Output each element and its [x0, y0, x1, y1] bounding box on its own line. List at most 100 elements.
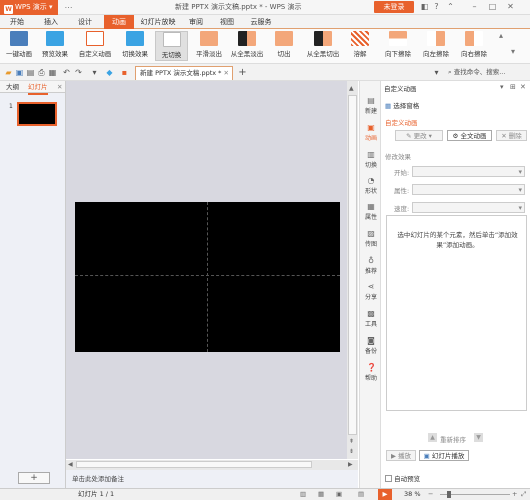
tab-animation[interactable]: 动画 [104, 15, 134, 29]
tab-home[interactable]: 开始 [4, 15, 30, 29]
tab-outline[interactable]: 大纲 [6, 81, 19, 93]
tab-cloud[interactable]: 云服务 [246, 15, 276, 29]
tab-slides[interactable]: 幻灯片 [28, 81, 48, 95]
move-down-icon[interactable]: ▼ [474, 433, 483, 442]
tab-list-icon[interactable]: ▾ [432, 68, 441, 77]
normal-view-icon[interactable]: ▥ [300, 489, 306, 500]
transition-cut[interactable]: 切出 [270, 31, 298, 61]
transition-dissolve[interactable]: 溶解 [346, 31, 374, 61]
sidebar-backup[interactable]: ◙ 备份 [360, 337, 382, 356]
slide-canvas [66, 81, 358, 459]
search-command[interactable]: ⌕ 查找命令、搜索... [448, 66, 528, 78]
sorter-view-icon[interactable]: ▦ [318, 489, 324, 500]
minimize-icon[interactable]: – [470, 2, 479, 12]
close-tab-icon[interactable]: ✕ [224, 69, 229, 77]
tab-view[interactable]: 视图 [214, 15, 240, 29]
change-button[interactable]: ✎ 更改 ▾ [395, 130, 443, 141]
tab-design[interactable]: 设计 [72, 15, 98, 29]
transition-wipe-down[interactable]: 向下擦除 [380, 31, 416, 61]
transition-smooth-fade[interactable]: 平滑淡出 [192, 31, 226, 61]
sidebar-property[interactable]: ▦ 属性 [360, 203, 382, 222]
save-icon[interactable]: ▣ [15, 68, 24, 77]
quick-access-more-icon[interactable]: ⋯ [64, 3, 73, 12]
delete-button[interactable]: ✕ 删除 [496, 130, 527, 141]
start-select[interactable] [412, 166, 525, 177]
transition-cut-through-black[interactable]: 从全黑切出 [303, 31, 343, 61]
fit-window-icon[interactable]: ⤢ [521, 489, 526, 500]
panel-pin-icon[interactable]: ⊞ [510, 83, 516, 91]
sidebar-new[interactable]: ▤ 新建 [360, 97, 382, 116]
print-preview-icon[interactable]: ▦ [48, 68, 57, 77]
panel-menu-icon[interactable]: ▾ [500, 83, 504, 91]
ribbon-scroll-up-icon[interactable]: ▴ [496, 31, 506, 61]
scroll-thumb[interactable] [348, 95, 357, 435]
animation-list[interactable]: 选中幻灯片的某个元素，然后单击“添加效果”添加动画。 [386, 215, 527, 411]
zoom-slider-thumb[interactable] [447, 491, 451, 498]
sidebar-tools[interactable]: ▩ 工具 [360, 310, 382, 329]
prev-slide-icon[interactable]: ⇞ [349, 438, 354, 445]
zoom-out-icon[interactable]: − [428, 489, 433, 500]
open-icon[interactable]: ▰ [4, 68, 13, 77]
maximize-icon[interactable]: □ [488, 2, 497, 12]
wps-menu-button[interactable]: W WPS 演示 ▾ [0, 0, 58, 15]
preview-effect-button[interactable]: 预览效果 [38, 31, 72, 61]
fit-icon[interactable]: ▤ [358, 489, 364, 500]
move-up-icon[interactable]: ▲ [428, 433, 437, 442]
scroll-up-icon[interactable]: ▲ [349, 85, 354, 92]
one-click-animation-button[interactable]: 一键动画 [2, 31, 36, 61]
customize-toolbar-icon[interactable]: ▾ [90, 68, 99, 77]
vertical-scrollbar[interactable]: ▲ ⇞ ⇟ [347, 81, 358, 459]
notes-area[interactable]: 单击此处添加备注 [66, 470, 358, 488]
help-icon[interactable]: ? [432, 2, 441, 12]
sidebar-shape[interactable]: ◔ 形状 [360, 177, 382, 196]
selection-pane-link[interactable]: ▦ 选择窗格 [385, 100, 419, 110]
slide-thumbnail[interactable] [17, 102, 57, 126]
transition-fade-through-black[interactable]: 从全黑淡出 [228, 31, 266, 61]
login-button[interactable]: 未登录 [374, 1, 414, 13]
sidebar-recommend[interactable]: ♁ 推荐 [360, 257, 382, 276]
horizontal-scrollbar[interactable]: ◀ ▶ [66, 460, 358, 470]
scroll-right-icon[interactable]: ▶ [348, 461, 353, 468]
zoom-level: 38 % [404, 490, 421, 498]
reading-view-icon[interactable]: ▣ [336, 489, 342, 500]
sidebar-upload-image[interactable]: ▨ 传图 [360, 230, 382, 249]
transition-none[interactable]: 无切换 [155, 31, 188, 61]
wps-cloud-icon[interactable]: ◆ [105, 68, 114, 77]
new-tab-icon[interactable]: + [238, 68, 247, 78]
tab-slideshow[interactable]: 幻灯片放映 [136, 15, 180, 29]
transition-wipe-right[interactable]: 向右擦除 [456, 31, 492, 61]
document-tab[interactable]: 新建 PPTX 演示文稿.pptx * ✕ [135, 66, 233, 80]
ribbon-toggle-icon[interactable]: ⌃ [446, 2, 455, 12]
panel-close-icon[interactable]: ✕ [520, 83, 526, 91]
full-text-animation-button[interactable]: ⚙ 全文动画 [447, 130, 492, 141]
transition-wipe-left[interactable]: 向左擦除 [418, 31, 454, 61]
speed-select[interactable] [412, 202, 525, 213]
custom-animation-button[interactable]: 自定义动画 [76, 31, 114, 61]
hscroll-thumb[interactable] [76, 461, 312, 468]
slide[interactable] [75, 202, 340, 352]
sidebar-transition[interactable]: ▥ 切换 [360, 151, 382, 170]
sidebar-animation[interactable]: ▣ 动画 [360, 124, 382, 143]
quick-toolbar: ▰ ▣ ▤ ⎙ ▦ ↶ ↷ ▾ ◆ ▪ 新建 PPTX 演示文稿.pptx * … [0, 64, 530, 81]
slideshow-play-icon[interactable]: ▶ [378, 489, 392, 500]
next-slide-icon[interactable]: ⇟ [349, 448, 354, 455]
sidebar-help[interactable]: ❓ 帮助 [360, 364, 382, 383]
undo-icon[interactable]: ↶ [62, 68, 71, 77]
print-icon[interactable]: ⎙ [37, 68, 46, 77]
slideshow-button[interactable]: ▣ 幻灯片播放 [419, 450, 469, 461]
property-select[interactable] [412, 184, 525, 195]
autopreview-checkbox[interactable]: 自动预览 [385, 473, 420, 483]
close-pane-icon[interactable]: ✕ [57, 81, 62, 93]
scroll-left-icon[interactable]: ◀ [68, 461, 73, 468]
redo-icon[interactable]: ↷ [74, 68, 83, 77]
add-slide-button[interactable]: + [18, 472, 50, 484]
transition-effect-button[interactable]: 切换效果 [118, 31, 152, 61]
export-pdf-icon[interactable]: ▤ [26, 68, 35, 77]
sidebar-share[interactable]: ⋖ 分享 [360, 283, 382, 302]
tab-insert[interactable]: 插入 [38, 15, 64, 29]
tab-review[interactable]: 审阅 [183, 15, 209, 29]
close-icon[interactable]: ✕ [506, 2, 515, 12]
zoom-in-icon[interactable]: + [512, 489, 517, 500]
skin-icon[interactable]: ◧ [420, 2, 429, 12]
play-button[interactable]: ▶ 播放 [386, 450, 416, 461]
